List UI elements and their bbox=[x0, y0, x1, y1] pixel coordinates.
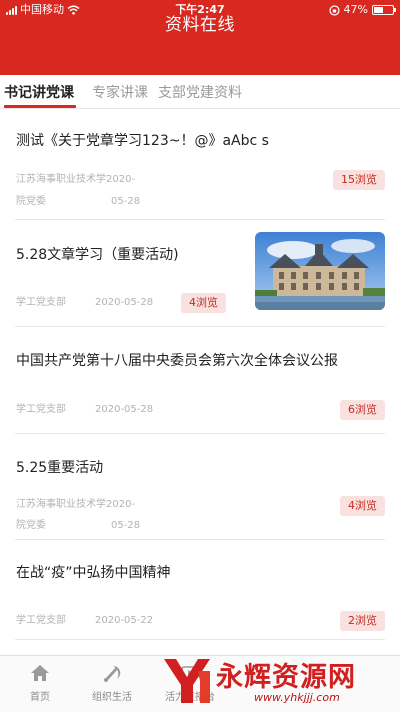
tabbar-org-life[interactable]: 组织生活 bbox=[72, 662, 152, 703]
article-org: 江苏海事职业技术学2020- bbox=[16, 174, 136, 185]
article-thumbnail[interactable] bbox=[255, 232, 385, 310]
list-item[interactable]: 在战“疫”中弘扬中国精神 学工党支部 2020-05-22 2浏览 bbox=[15, 540, 385, 640]
article-org: 学工党支部 bbox=[16, 297, 66, 308]
category-tabs: 书记讲党课 专家讲课 支部党建资料 bbox=[0, 75, 400, 109]
active-tab-indicator bbox=[4, 105, 76, 108]
tabbar-label: 组织生活 bbox=[92, 692, 132, 703]
article-title: 5.25重要活动 bbox=[16, 460, 104, 476]
list-item[interactable]: 中国共产党第十八届中央委员会第六次全体会议公报 学工党支部 2020-05-28… bbox=[15, 327, 385, 434]
app-header: 中国移动 下午2:47 47% 资料在线 bbox=[0, 0, 400, 75]
article-org: 院党委 bbox=[16, 196, 46, 207]
article-date: 05-28 bbox=[111, 196, 141, 207]
article-org: 院党委 bbox=[16, 520, 46, 531]
article-title: 中国共产党第十八届中央委员会第六次全体会议公报 bbox=[16, 353, 338, 369]
article-date: 05-28 bbox=[111, 520, 141, 531]
home-icon bbox=[31, 665, 49, 681]
tabbar-home[interactable]: 首页 bbox=[0, 662, 80, 703]
views-badge: 4浏览 bbox=[340, 496, 385, 516]
list-item[interactable]: 5.25重要活动 江苏海事职业技术学2020- 院党委 05-28 4浏览 bbox=[15, 434, 385, 540]
list-item[interactable]: 5.28文章学习（重要活动) 学工党支部 2020-05-28 4浏览 bbox=[15, 220, 385, 327]
tab-branch-materials[interactable]: 支部党建资料 bbox=[158, 82, 242, 102]
views-badge: 4浏览 bbox=[181, 293, 226, 313]
article-org: 学工党支部 bbox=[16, 404, 66, 415]
article-title: 5.28文章学习（重要活动) bbox=[16, 247, 179, 263]
article-date: 2020-05-22 bbox=[95, 615, 154, 626]
article-org: 江苏海事职业技术学2020- bbox=[16, 499, 136, 510]
watermark-text: 永辉资源网 bbox=[216, 662, 356, 693]
article-date: 2020-05-28 bbox=[95, 404, 154, 415]
watermark-logo-icon bbox=[164, 659, 210, 703]
watermark-url: www.yhkjjj.com bbox=[254, 691, 340, 704]
list-item[interactable]: 测试《关于党章学习123~！@》aAbc s 江苏海事职业技术学2020- 院党… bbox=[15, 109, 385, 220]
watermark: 永辉资源网 www.yhkjjj.com bbox=[158, 649, 400, 711]
views-badge: 2浏览 bbox=[340, 611, 385, 631]
tabbar-label: 首页 bbox=[30, 692, 50, 703]
article-list: 测试《关于党章学习123~！@》aAbc s 江苏海事职业技术学2020- 院党… bbox=[0, 109, 400, 640]
article-org: 学工党支部 bbox=[16, 615, 66, 626]
party-emblem-icon bbox=[104, 665, 121, 682]
tab-secretary-lecture[interactable]: 书记讲党课 bbox=[4, 82, 74, 102]
article-title: 测试《关于党章学习123~！@》aAbc s bbox=[16, 133, 269, 149]
views-badge: 15浏览 bbox=[333, 170, 385, 190]
tab-expert-lecture[interactable]: 专家讲课 bbox=[92, 82, 148, 102]
views-badge: 6浏览 bbox=[340, 400, 385, 420]
article-title: 在战“疫”中弘扬中国精神 bbox=[16, 565, 171, 581]
article-date: 2020-05-28 bbox=[95, 297, 154, 308]
page-title: 资料在线 bbox=[165, 15, 235, 35]
